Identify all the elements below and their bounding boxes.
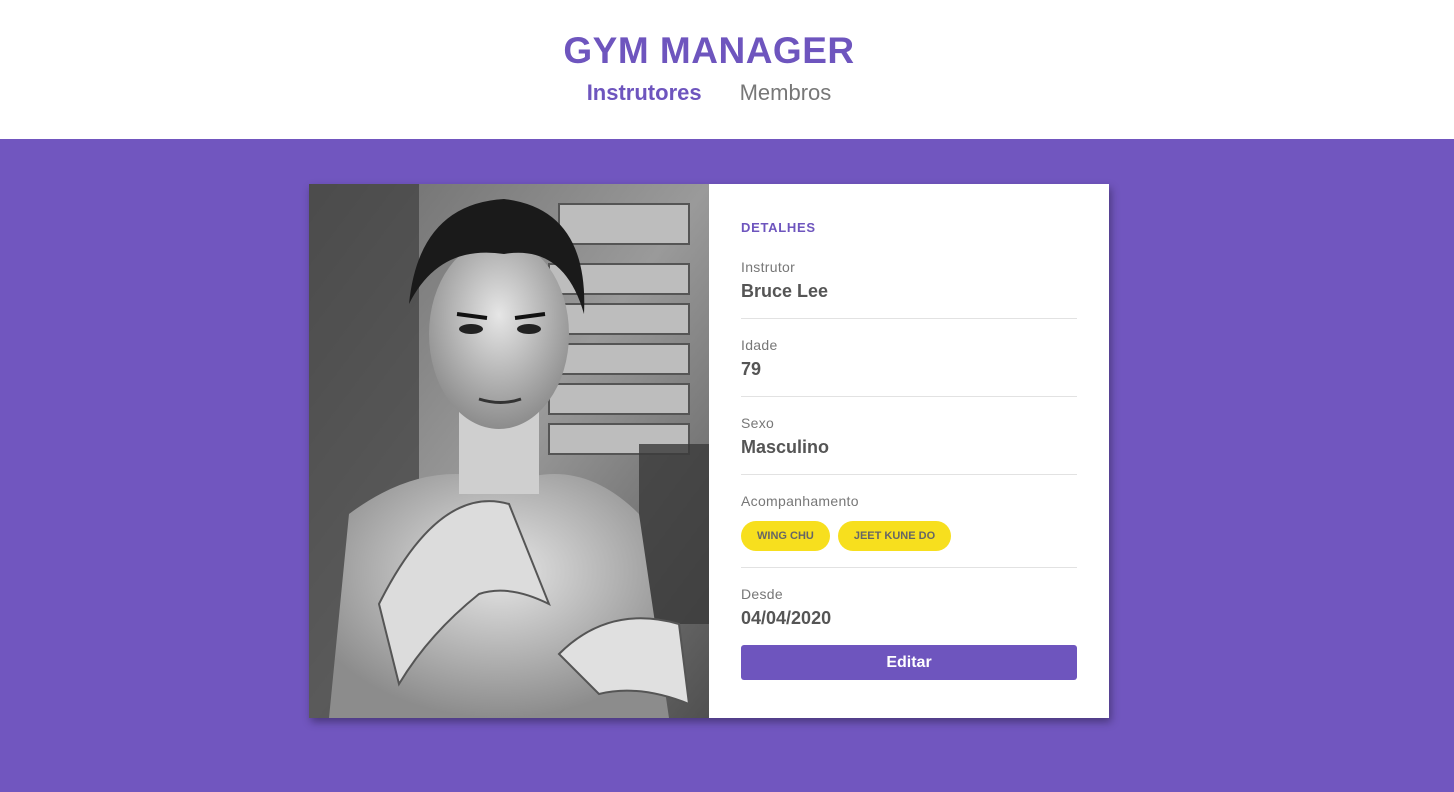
gender-label: Sexo	[741, 415, 775, 431]
field-services: Acompanhamento WING CHU JEET KUNE DO	[741, 475, 1077, 568]
nav-item-membros[interactable]: Membros	[740, 80, 832, 106]
instructor-value: Bruce Lee	[741, 281, 829, 301]
gender-value: Masculino	[741, 437, 830, 457]
field-instructor: Instrutor Bruce Lee	[741, 235, 1077, 319]
header: GYM MANAGER Instrutores Membros	[0, 0, 1454, 139]
details-panel: DETALHES Instrutor Bruce Lee Idade 79 Se…	[709, 184, 1109, 718]
since-value: 04/04/2020	[741, 608, 832, 628]
nav-item-instrutores[interactable]: Instrutores	[587, 80, 702, 106]
main-nav: Instrutores Membros	[0, 80, 1418, 106]
service-chip-jeet-kune-do[interactable]: JEET KUNE DO	[837, 521, 952, 551]
field-gender: Sexo Masculino	[741, 397, 1077, 475]
section-title: DETALHES	[741, 220, 816, 235]
instructor-label: Instrutor	[741, 259, 796, 275]
field-since: Desde 04/04/2020	[741, 568, 1077, 645]
service-chip-wing-chu[interactable]: WING CHU	[741, 521, 830, 551]
instructor-photo	[309, 184, 709, 718]
field-age: Idade 79	[741, 319, 1077, 397]
services-label: Acompanhamento	[741, 493, 859, 509]
edit-button[interactable]: Editar	[741, 645, 1077, 680]
age-label: Idade	[741, 337, 778, 353]
since-label: Desde	[741, 586, 783, 602]
age-value: 79	[741, 359, 762, 379]
instructor-card: DETALHES Instrutor Bruce Lee Idade 79 Se…	[309, 184, 1109, 718]
services-chips: WING CHU JEET KUNE DO	[741, 521, 1077, 551]
app-title: GYM MANAGER	[563, 30, 855, 71]
